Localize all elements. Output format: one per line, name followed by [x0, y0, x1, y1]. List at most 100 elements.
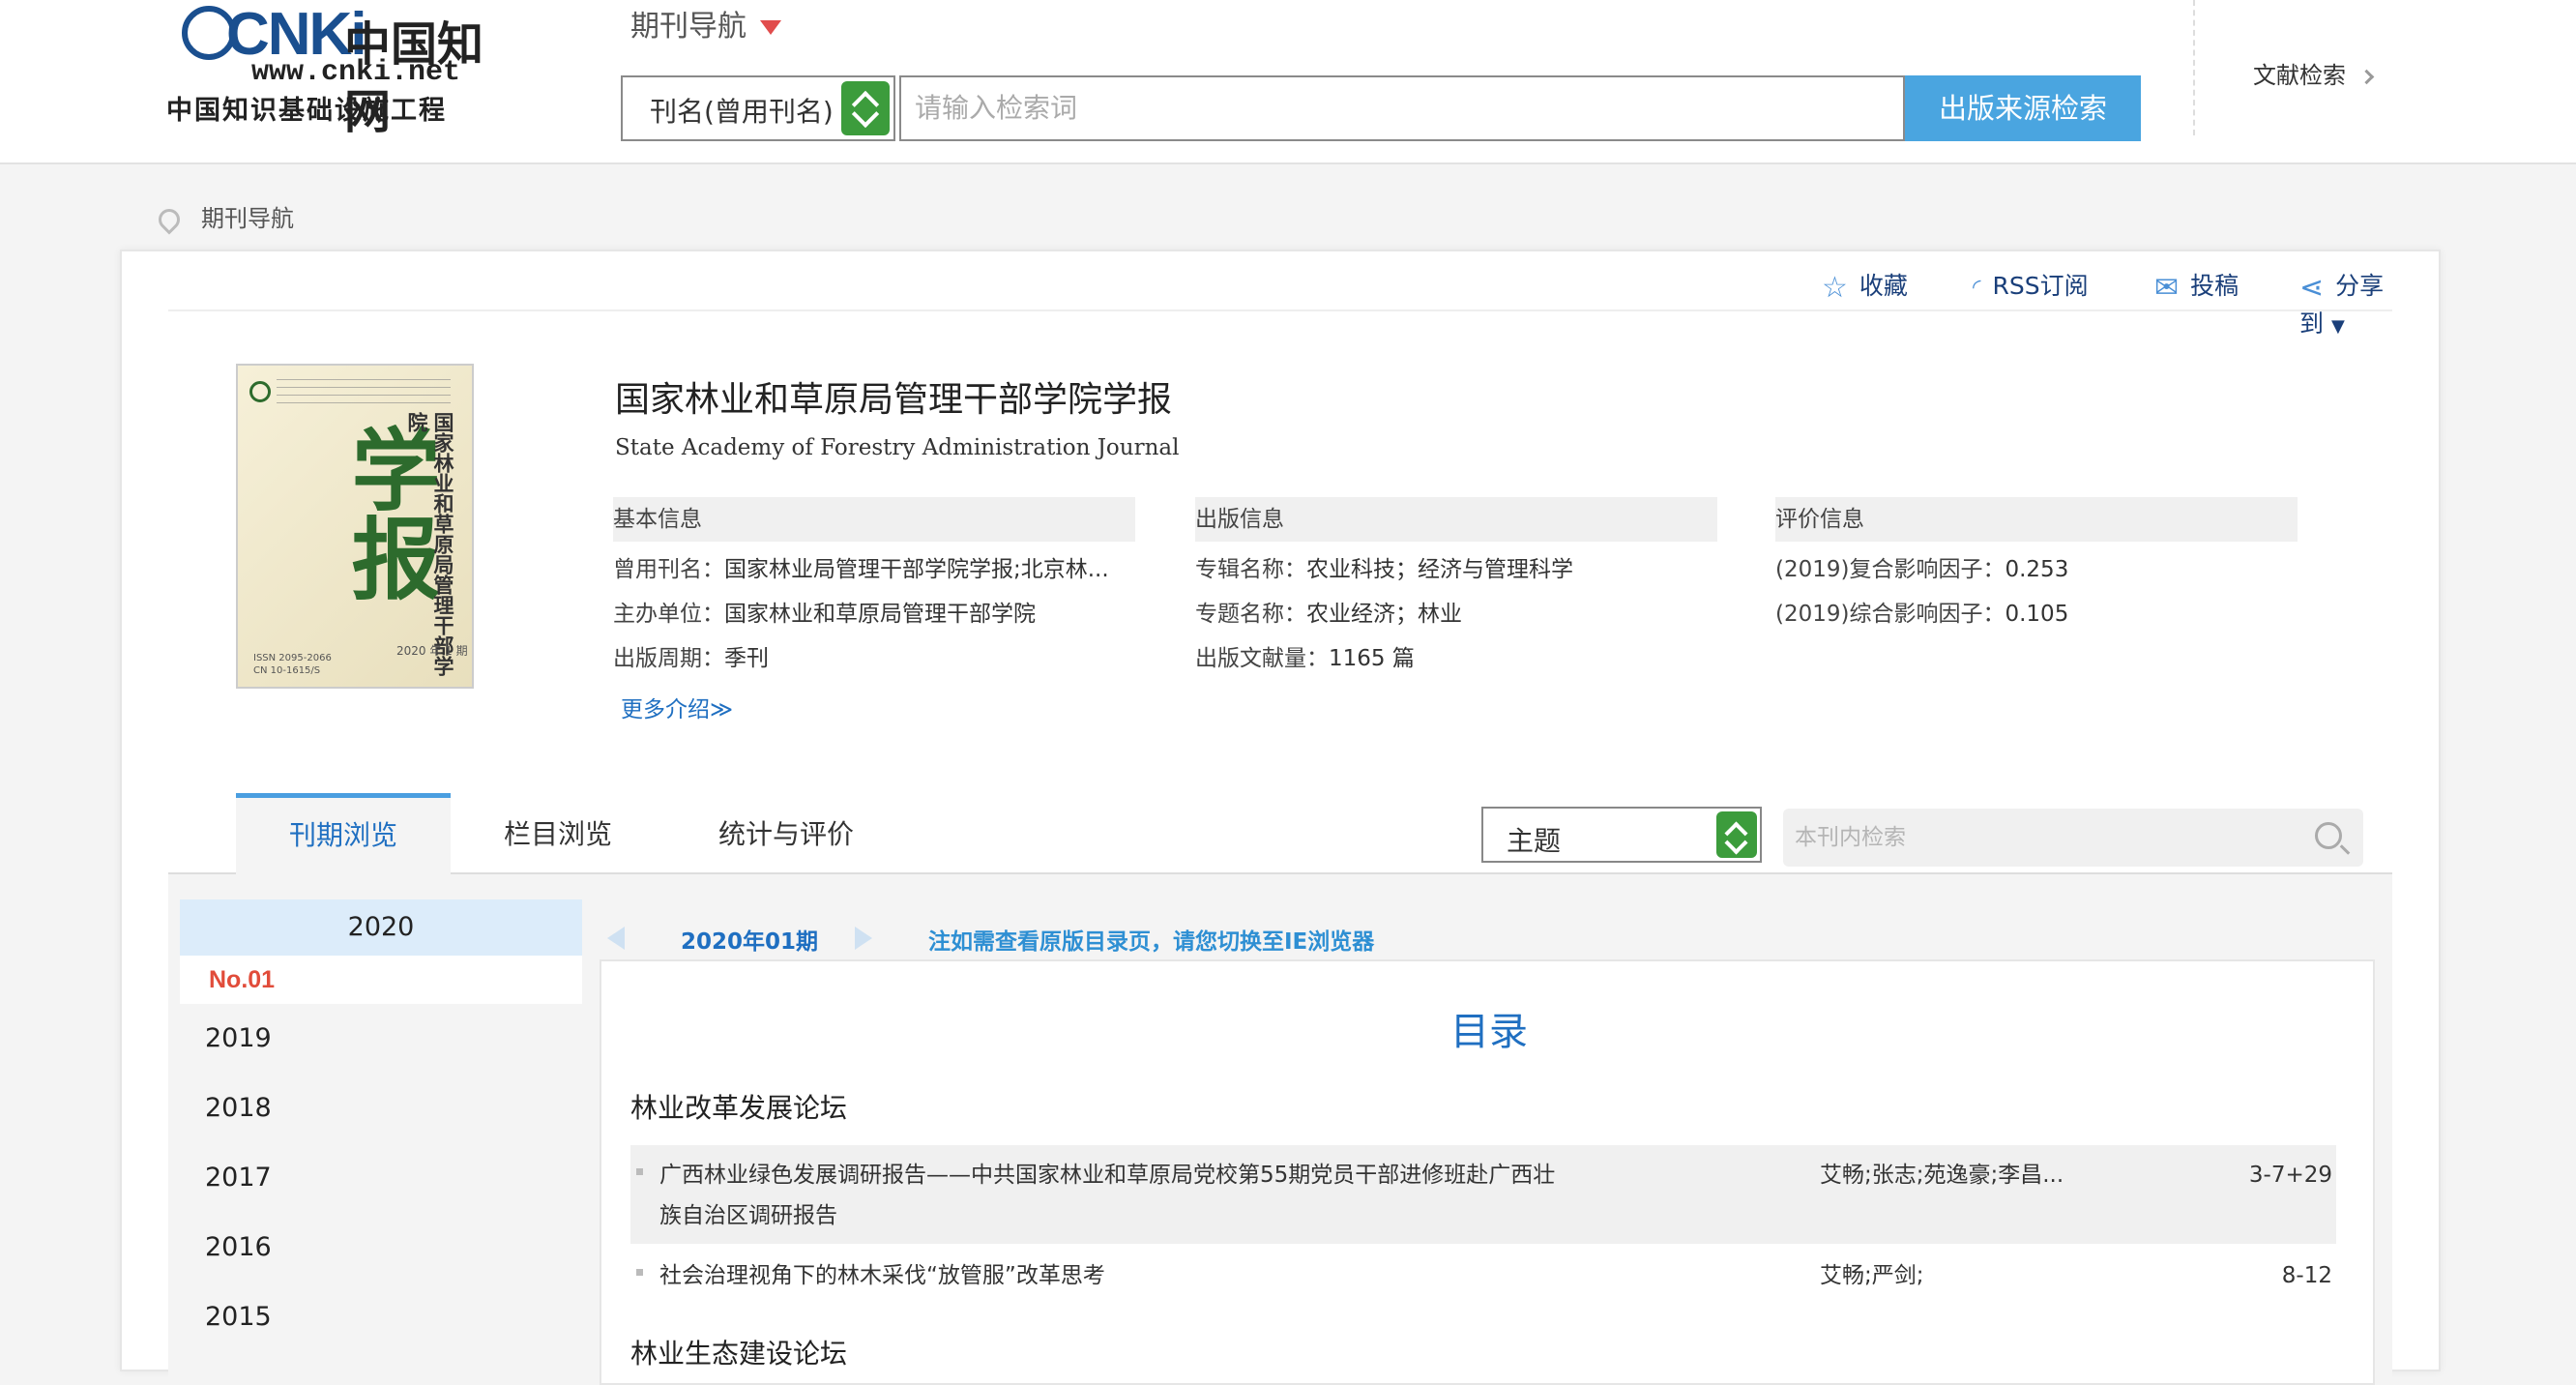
- journal-nav-dropdown[interactable]: 期刊导航: [630, 2, 781, 44]
- location-pin-icon: [154, 204, 185, 235]
- breadcrumb: 期刊导航: [154, 199, 294, 235]
- publish-info-header: 出版信息: [1195, 497, 1717, 542]
- envelope-icon: ✉: [2154, 270, 2180, 305]
- logo-subtitle: 中国知识基础设施工程: [166, 96, 447, 126]
- issue-label: 2020年01期: [681, 929, 819, 955]
- info-key: 曾用刊名：: [613, 557, 724, 582]
- year-item[interactable]: 2017: [180, 1143, 582, 1213]
- star-icon: ☆: [1822, 270, 1848, 305]
- more-intro-link[interactable]: 更多介绍≫: [621, 691, 733, 723]
- caret-down-icon: ▼: [2330, 315, 2345, 337]
- year-item[interactable]: 2018: [180, 1074, 582, 1143]
- select-spinner-icon: [1716, 811, 1757, 858]
- doc-search-link[interactable]: 文献检索: [2253, 56, 2375, 90]
- year-item[interactable]: 2015: [180, 1282, 582, 1352]
- info-key: (2019)复合影响因子：: [1775, 557, 2005, 582]
- info-row: 专题名称：农业经济；林业: [1195, 598, 1717, 631]
- ie-browser-note[interactable]: 注如需查看原版目录页，请您切换至IE浏览器: [928, 923, 1374, 956]
- tab-issue-browse[interactable]: 刊期浏览: [236, 793, 451, 874]
- basic-info: 基本信息 曾用刊名：国家林业局管理干部学院学报;北京林... 主办单位：国家林业…: [613, 497, 1135, 675]
- article-title[interactable]: 广西林业绿色发展调研报告——中共国家林业和草原局党校第55期党员干部进修班赴广西…: [659, 1155, 1559, 1236]
- favorite-label: 收藏: [1859, 272, 1908, 300]
- tab-column-browse[interactable]: 栏目浏览: [451, 797, 665, 874]
- issue-header: 2020年01期 注如需查看原版目录页，请您切换至IE浏览器: [600, 913, 2340, 962]
- journal-english-title: State Academy of Forestry Administration…: [615, 435, 1180, 460]
- journal-title: 国家林业和草原局管理干部学院学报: [615, 380, 1173, 420]
- publish-info: 出版信息 专辑名称：农业科技；经济与管理科学 专题名称：农业经济；林业 出版文献…: [1195, 497, 1717, 675]
- doc-search-label: 文献检索: [2253, 62, 2346, 89]
- info-row: (2019)复合影响因子：0.253: [1775, 553, 2298, 586]
- info-key: 出版周期：: [613, 646, 724, 671]
- eval-info: 评价信息 (2019)复合影响因子：0.253 (2019)综合影响因子：0.1…: [1775, 497, 2298, 631]
- submit-label: 投稿: [2190, 272, 2239, 300]
- info-key: (2019)综合影响因子：: [1775, 602, 2005, 627]
- cnki-logo[interactable]: CNKi 中国知网 www.cnki.net 中国知识基础设施工程: [164, 0, 522, 139]
- info-value: 1165 篇: [1329, 646, 1415, 671]
- search-field-select[interactable]: 刊名(曾用刊名): [621, 75, 895, 141]
- toc-section-title: 林业改革发展论坛: [630, 1092, 848, 1124]
- info-value: 农业经济；林业: [1306, 602, 1462, 627]
- rss-label: RSS订阅: [1992, 272, 2089, 300]
- info-value: 农业科技；经济与管理科学: [1306, 557, 1573, 582]
- cover-year: 2020 年 1 期: [396, 644, 468, 658]
- issue-item-current[interactable]: No.01: [180, 956, 582, 1004]
- in-journal-field-value: 主题: [1507, 825, 1562, 857]
- chevron-right-icon: [2358, 69, 2375, 84]
- in-journal-field-select[interactable]: 主题: [1481, 807, 1762, 863]
- breadcrumb-label[interactable]: 期刊导航: [201, 205, 294, 232]
- journal-cover[interactable]: 学报 国家林业和草原局管理干部学院 ISSN 2095-2066 CN 10-1…: [236, 364, 474, 689]
- year-item[interactable]: 2019: [180, 1004, 582, 1074]
- year-item[interactable]: 2016: [180, 1213, 582, 1282]
- top-header: CNKi 中国知网 www.cnki.net 中国知识基础设施工程 期刊导航 刊…: [0, 0, 2576, 164]
- next-issue-arrow-icon[interactable]: [855, 927, 872, 950]
- info-value: 0.253: [2005, 557, 2069, 582]
- info-key: 专辑名称：: [1195, 557, 1306, 582]
- article-row[interactable]: 社会治理视角下的林木采伐“放管服”改革思考 艾畅;严剑; 8-12: [630, 1246, 2336, 1304]
- in-journal-search-placeholder: 本刊内检索: [1795, 825, 1906, 850]
- info-row: 出版周期：季刊: [613, 642, 1135, 675]
- article-pages: 3-7+29: [2248, 1163, 2332, 1188]
- submit-button[interactable]: ✉ 投稿: [2154, 267, 2239, 305]
- search-icon[interactable]: [2315, 822, 2342, 849]
- favorite-button[interactable]: ☆ 收藏: [1822, 267, 1908, 305]
- search-input[interactable]: [899, 75, 1905, 141]
- year-item-current[interactable]: 2020: [180, 899, 582, 956]
- tab-stats[interactable]: 统计与评价: [665, 797, 907, 874]
- info-key: 出版文献量：: [1195, 646, 1329, 671]
- info-row: 出版文献量：1165 篇: [1195, 642, 1717, 675]
- article-row[interactable]: 广西林业绿色发展调研报告——中共国家林业和草原局党校第55期党员干部进修班赴广西…: [630, 1145, 2336, 1244]
- basic-info-header: 基本信息: [613, 497, 1135, 542]
- source-search-bar: 刊名(曾用刊名) 出版来源检索: [621, 75, 2141, 141]
- bullet-icon: [636, 1168, 643, 1175]
- in-journal-search-input[interactable]: 本刊内检索: [1783, 809, 2363, 867]
- info-key: 专题名称：: [1195, 602, 1306, 627]
- toc-title: 目录: [1450, 1010, 1528, 1054]
- cover-issn: ISSN 2095-2066 CN 10-1615/S: [253, 653, 332, 676]
- share-button[interactable]: ⋖ 分享到 ▼: [2299, 267, 2392, 339]
- issue-browser: 2020 No.01 2019 2018 2017 2016 2015 2020…: [168, 874, 2392, 1385]
- search-field-value: 刊名(曾用刊名): [650, 96, 834, 128]
- article-authors[interactable]: 艾畅;严剑;: [1820, 1255, 2091, 1296]
- share-icon: ⋖: [2299, 270, 2325, 305]
- info-value: 0.105: [2005, 602, 2069, 627]
- toc-panel: 目录 林业改革发展论坛 广西林业绿色发展调研报告——中共国家林业和草原局党校第5…: [600, 959, 2375, 1385]
- info-value: 国家林业和草原局管理干部学院: [724, 602, 1036, 627]
- bullet-icon: [636, 1269, 643, 1276]
- nav-label: 期刊导航: [630, 10, 746, 44]
- journal-card: ☆ 收藏 ◜ RSS订阅 ✉ 投稿 ⋖ 分享到 ▼ 学报 国家林业和草原局管理干部学院 …: [120, 250, 2441, 1385]
- article-authors[interactable]: 艾畅;张志;苑逸豪;李昌...: [1820, 1155, 2091, 1195]
- info-row: 主办单位：国家林业和草原局管理干部学院: [613, 598, 1135, 631]
- article-pages: 8-12: [2281, 1263, 2332, 1288]
- info-row: 专辑名称：农业科技；经济与管理科学: [1195, 553, 1717, 586]
- emblem-icon: [249, 381, 271, 402]
- prev-issue-arrow-icon[interactable]: [607, 927, 625, 950]
- info-value: 季刊: [724, 646, 769, 671]
- info-key: 主办单位：: [613, 602, 724, 627]
- eval-info-header: 评价信息: [1775, 497, 2298, 542]
- info-row: (2019)综合影响因子：0.105: [1775, 598, 2298, 631]
- caret-down-icon: [760, 20, 781, 35]
- source-search-button[interactable]: 出版来源检索: [1905, 75, 2141, 141]
- rss-button[interactable]: ◜ RSS订阅: [1973, 267, 2089, 302]
- article-title[interactable]: 社会治理视角下的林木采伐“放管服”改革思考: [659, 1255, 1559, 1296]
- year-list: 2020 No.01 2019 2018 2017 2016 2015: [180, 899, 582, 1352]
